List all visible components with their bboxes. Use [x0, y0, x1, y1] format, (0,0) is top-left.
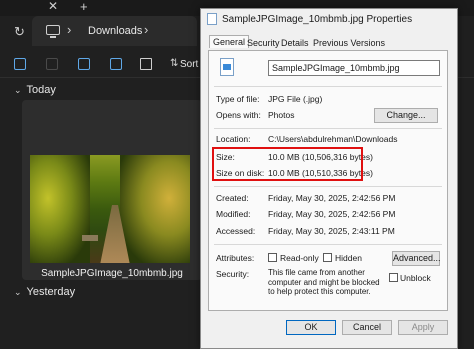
dialog-title: SampleJPGImage_10mbmb.jpg Properties	[222, 14, 413, 25]
delete-icon[interactable]	[140, 58, 152, 70]
created-label: Created:	[216, 193, 249, 203]
location-label: Location:	[216, 134, 251, 144]
file-icon	[207, 13, 217, 25]
ok-button[interactable]: OK	[286, 320, 336, 335]
security-message: This file came from another computer and…	[268, 268, 380, 296]
apply-button[interactable]: Apply	[398, 320, 448, 335]
unblock-checkbox[interactable]	[389, 273, 398, 282]
group-header-today[interactable]: ⌄ Today	[14, 84, 56, 96]
attributes-label: Attributes:	[216, 253, 255, 263]
size-highlight-box	[212, 147, 363, 181]
breadcrumb-chevron-icon[interactable]: ›	[67, 22, 71, 37]
opens-with-value: Photos	[268, 110, 295, 120]
image-file-icon	[220, 58, 234, 76]
tab-security[interactable]: Security	[247, 38, 280, 48]
accessed-label: Accessed:	[216, 226, 256, 236]
thumbnail-trees	[120, 155, 190, 263]
divider	[214, 186, 442, 187]
sort-icon[interactable]: ⇅	[170, 58, 178, 69]
group-label: Yesterday	[26, 286, 76, 298]
filename-input[interactable]: SampleJPGImage_10mbmb.jpg	[268, 60, 440, 76]
unblock-label[interactable]: Unblock	[400, 273, 431, 283]
read-only-label[interactable]: Read-only	[280, 253, 319, 263]
type-value: JPG File (.jpg)	[268, 94, 323, 104]
divider	[214, 86, 442, 87]
hidden-checkbox[interactable]	[323, 253, 332, 262]
share-icon[interactable]	[110, 58, 122, 70]
file-name-label[interactable]: SampleJPGImage_10mbmb.jpg	[22, 268, 202, 279]
image-thumbnail[interactable]	[30, 155, 190, 263]
group-label: Today	[26, 84, 56, 96]
advanced-button[interactable]: Advanced...	[392, 251, 441, 266]
tab-details[interactable]: Details	[281, 38, 309, 48]
change-button[interactable]: Change...	[374, 108, 438, 123]
thumbnail-trees	[30, 155, 90, 263]
sort-button[interactable]: Sort	[180, 59, 198, 70]
modified-label: Modified:	[216, 209, 251, 219]
tab-general[interactable]: General	[209, 35, 250, 48]
close-tab-icon[interactable]: ✕	[48, 0, 58, 13]
breadcrumb-location[interactable]: Downloads	[88, 25, 142, 37]
hidden-label[interactable]: Hidden	[335, 253, 362, 263]
location-value: C:\Users\abdulrehman\Downloads	[268, 134, 398, 144]
chevron-down-icon: ⌄	[14, 287, 22, 297]
read-only-checkbox[interactable]	[268, 253, 277, 262]
refresh-icon[interactable]: ↻	[14, 24, 25, 40]
divider	[214, 244, 442, 245]
type-label: Type of file:	[216, 94, 260, 104]
opens-with-label: Opens with:	[216, 110, 261, 120]
divider	[214, 128, 442, 129]
cancel-button[interactable]: Cancel	[342, 320, 392, 335]
tab-previous-versions[interactable]: Previous Versions	[313, 38, 385, 48]
copy-icon[interactable]	[14, 58, 26, 70]
chevron-down-icon: ⌄	[14, 85, 22, 95]
paste-icon[interactable]	[46, 58, 58, 70]
new-tab-icon[interactable]: +	[80, 0, 88, 14]
this-pc-icon[interactable]	[46, 25, 60, 38]
created-value: Friday, May 30, 2025, 2:42:56 PM	[268, 193, 396, 203]
modified-value: Friday, May 30, 2025, 2:42:56 PM	[268, 209, 396, 219]
breadcrumb-chevron-icon[interactable]: ›	[144, 22, 148, 37]
thumbnail-bench	[82, 235, 98, 241]
accessed-value: Friday, May 30, 2025, 2:43:11 PM	[268, 226, 395, 236]
security-label: Security:	[216, 269, 250, 279]
rename-icon[interactable]	[78, 58, 90, 70]
group-header-yesterday[interactable]: ⌄ Yesterday	[14, 286, 75, 298]
